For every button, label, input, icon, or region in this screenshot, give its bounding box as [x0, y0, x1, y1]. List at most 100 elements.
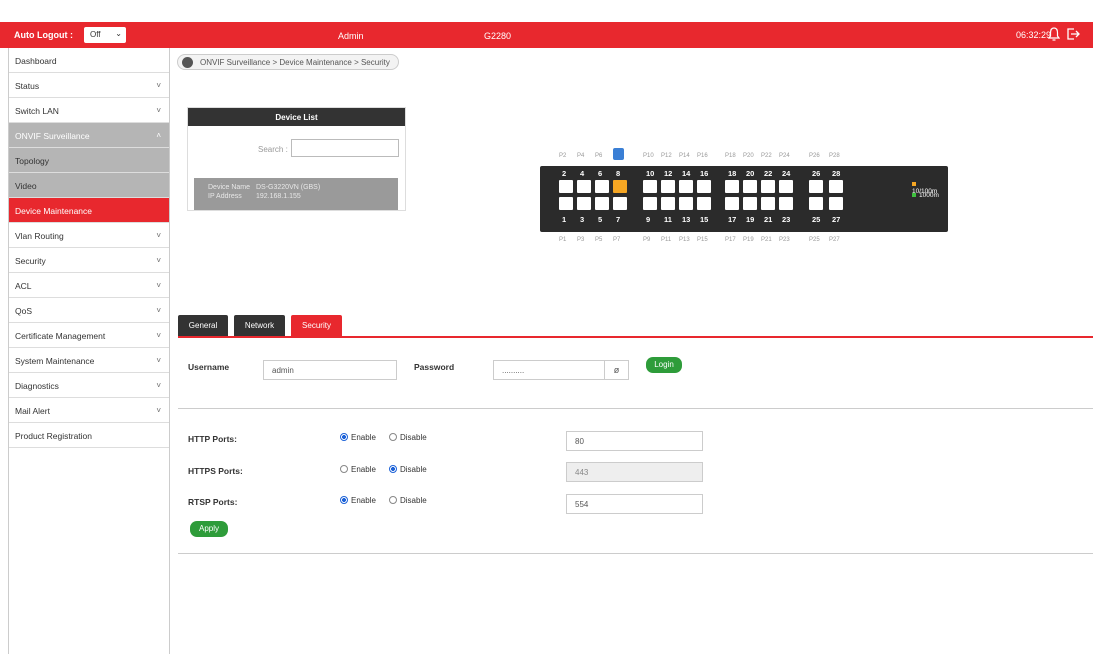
- https-ports-label: HTTPS Ports:: [188, 466, 243, 476]
- tab-network[interactable]: Network: [234, 315, 285, 337]
- rtsp-disable-radio[interactable]: Disable: [389, 495, 427, 505]
- port-bottom[interactable]: [809, 197, 823, 210]
- rtsp-ports-label: RTSP Ports:: [188, 497, 238, 507]
- bell-icon[interactable]: [1048, 27, 1060, 41]
- switch-panel: 10/100m 1000m P2 2 1 P1 P4 4 3 P3 P6 6 5 P5 8 7 P7 P10 1…: [540, 145, 948, 255]
- port-top[interactable]: [761, 180, 775, 193]
- radio-unchecked-icon: [389, 432, 397, 441]
- port-bottom[interactable]: [613, 197, 627, 210]
- device-list-item[interactable]: Device Name DS-G3220VN (GBS) IP Address 19…: [194, 178, 398, 210]
- port-number: 10: [646, 169, 655, 178]
- tab-security[interactable]: Security: [291, 315, 342, 337]
- breadcrumb-text: ONVIF Surveillance > Device Maintenance …: [200, 58, 390, 67]
- port-bottom[interactable]: [559, 197, 573, 210]
- port-label: P1: [559, 237, 567, 243]
- port-top[interactable]: [679, 180, 693, 193]
- sidebar-item-acl[interactable]: ACL ˅: [9, 273, 169, 298]
- sidebar-item-mail-alert[interactable]: Mail Alert ˅: [9, 398, 169, 423]
- port-bottom[interactable]: [725, 197, 739, 210]
- port-top[interactable]: [577, 180, 591, 193]
- sidebar-item-device-maintenance[interactable]: Device Maintenance: [9, 198, 169, 223]
- tab-general[interactable]: General: [178, 315, 228, 337]
- port-bottom[interactable]: [743, 197, 757, 210]
- port-top[interactable]: [661, 180, 675, 193]
- sidebar-item-certificate-management[interactable]: Certificate Management ˅: [9, 323, 169, 348]
- auto-logout-select[interactable]: Off ⌄: [84, 27, 126, 43]
- port-bottom[interactable]: [761, 197, 775, 210]
- login-button[interactable]: Login: [646, 357, 682, 373]
- sidebar-item-product-registration[interactable]: Product Registration: [9, 423, 169, 448]
- port-number: 8: [616, 169, 621, 178]
- port-number: 18: [728, 169, 737, 178]
- port-number: 19: [746, 215, 755, 224]
- ip-address-value: 192.168.1.155: [256, 193, 301, 200]
- chevron-down-icon: ˅: [156, 356, 161, 365]
- port-label: P26: [809, 153, 820, 159]
- search-input[interactable]: [291, 139, 399, 157]
- sidebar-item-video[interactable]: Video: [9, 173, 169, 198]
- port-bottom[interactable]: [577, 197, 591, 210]
- https-port-field[interactable]: 443: [566, 462, 703, 482]
- rtsp-enable-radio[interactable]: Enable: [340, 495, 376, 505]
- legend-1000: 1000m: [912, 192, 939, 199]
- sidebar: Dashboard Status ˅ Switch LAN ˅ ONVIF Surv…: [8, 48, 170, 654]
- sidebar-item-vlan-routing[interactable]: Vlan Routing ˅: [9, 223, 169, 248]
- http-enable-radio[interactable]: Enable: [340, 432, 376, 442]
- divider: [178, 408, 1093, 409]
- port-top[interactable]: [779, 180, 793, 193]
- sidebar-item-security[interactable]: Security ˅: [9, 248, 169, 273]
- port-top[interactable]: [809, 180, 823, 193]
- port-top[interactable]: [643, 180, 657, 193]
- home-icon[interactable]: [182, 57, 193, 68]
- port-number: 20: [746, 169, 755, 178]
- tab-underline: [178, 336, 1093, 338]
- chevron-down-icon: ˅: [156, 306, 161, 315]
- sidebar-item-qos[interactable]: QoS ˅: [9, 298, 169, 323]
- port-label: P16: [697, 153, 708, 159]
- show-password-icon[interactable]: ø: [604, 360, 628, 380]
- legend-swatch-icon: [912, 182, 916, 187]
- sidebar-item-dashboard[interactable]: Dashboard: [9, 48, 169, 73]
- port-top[interactable]: [725, 180, 739, 193]
- clock: 06:32:29: [1016, 30, 1052, 40]
- port-label: P20: [743, 153, 754, 159]
- port-number: 3: [580, 215, 585, 224]
- port-bottom[interactable]: [661, 197, 675, 210]
- port-top[interactable]: [595, 180, 609, 193]
- https-enable-radio[interactable]: Enable: [340, 464, 376, 474]
- port-label: P19: [743, 237, 754, 243]
- search-label: Search :: [258, 145, 288, 154]
- camera-icon[interactable]: [613, 148, 624, 160]
- port-bottom[interactable]: [829, 197, 843, 210]
- legend-swatch-icon: [912, 193, 916, 198]
- sidebar-item-switch-lan[interactable]: Switch LAN ˅: [9, 98, 169, 123]
- port-bottom[interactable]: [679, 197, 693, 210]
- port-top[interactable]: [613, 180, 627, 193]
- username-field[interactable]: admin: [263, 360, 397, 380]
- sidebar-item-topology[interactable]: Topology: [9, 148, 169, 173]
- port-bottom[interactable]: [697, 197, 711, 210]
- logout-icon[interactable]: [1066, 27, 1080, 41]
- sidebar-item-system-maintenance[interactable]: System Maintenance ˅: [9, 348, 169, 373]
- rtsp-port-field[interactable]: 554: [566, 494, 703, 514]
- sidebar-item-diagnostics[interactable]: Diagnostics ˅: [9, 373, 169, 398]
- port-number: 7: [616, 215, 621, 224]
- sidebar-item-onvif-surveillance[interactable]: ONVIF Surveillance ˄: [9, 123, 169, 148]
- https-disable-radio[interactable]: Disable: [389, 464, 427, 474]
- port-top[interactable]: [829, 180, 843, 193]
- chevron-down-icon: ˅: [156, 81, 161, 90]
- port-number: 11: [664, 215, 672, 224]
- http-disable-radio[interactable]: Disable: [389, 432, 427, 442]
- port-bottom[interactable]: [643, 197, 657, 210]
- port-top[interactable]: [559, 180, 573, 193]
- device-name-value: DS-G3220VN (GBS): [256, 184, 321, 191]
- port-bottom[interactable]: [595, 197, 609, 210]
- http-port-field[interactable]: 80: [566, 431, 703, 451]
- port-label: P11: [661, 237, 672, 243]
- apply-button[interactable]: Apply: [190, 521, 228, 537]
- port-bottom[interactable]: [779, 197, 793, 210]
- port-top[interactable]: [743, 180, 757, 193]
- radio-unchecked-icon: [389, 495, 397, 504]
- sidebar-item-status[interactable]: Status ˅: [9, 73, 169, 98]
- port-top[interactable]: [697, 180, 711, 193]
